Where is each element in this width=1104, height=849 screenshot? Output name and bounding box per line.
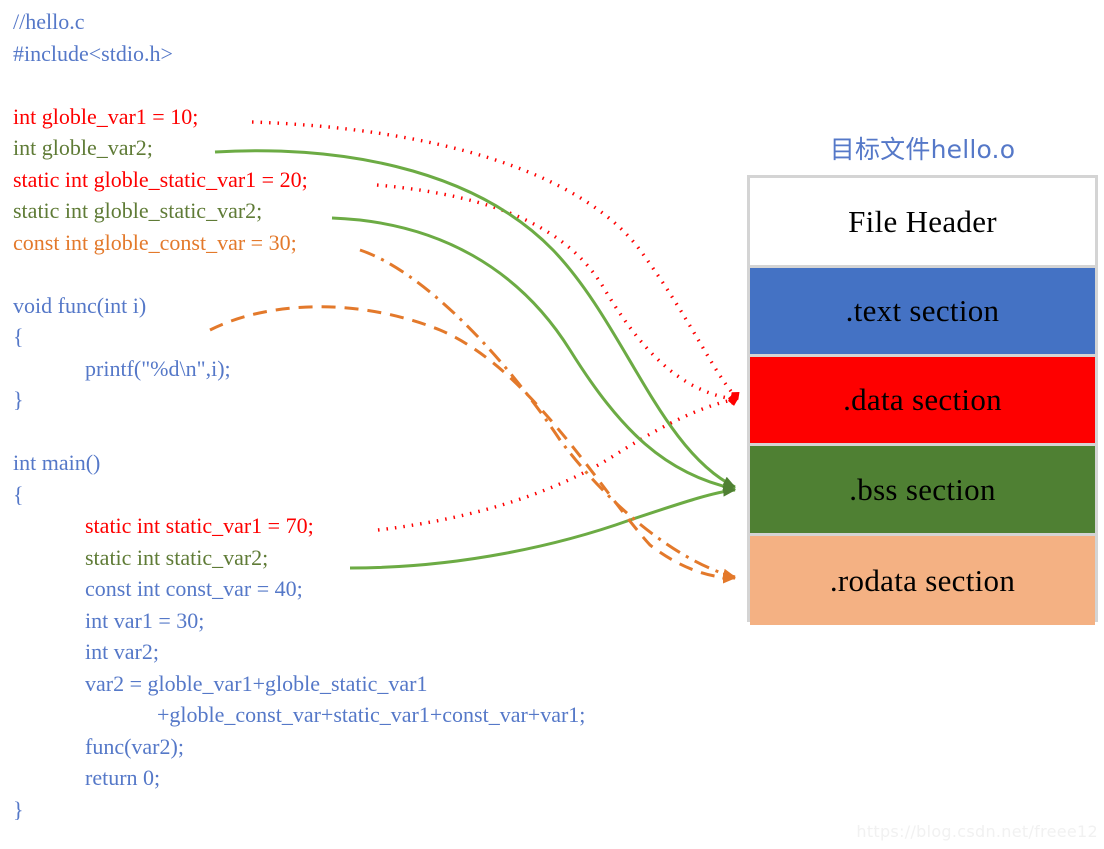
object-section-label: .rodata section (829, 562, 1016, 598)
object-section[interactable]: File Header (750, 178, 1095, 268)
code-line: int var1 = 30; (85, 607, 205, 633)
code-line: static int globle_static_var1 = 20; (13, 166, 308, 192)
object-section[interactable]: .data section (750, 357, 1095, 446)
code-line: static int globle_static_var2; (13, 198, 263, 223)
code-line: int var2; (85, 639, 159, 664)
source-code-block: //hello.c #include<stdio.h> int globle_va… (13, 6, 713, 825)
code-line: //hello.c (13, 9, 85, 34)
code-line: static int static_var2; (85, 544, 269, 570)
object-file-title: 目标文件hello.o (829, 135, 1016, 164)
code-line: void func(int i) (13, 292, 147, 318)
object-file-box: File Header .text section .data section .bs… (747, 175, 1098, 625)
object-section-label: .text section (845, 293, 1000, 328)
diagram-canvas: //hello.c #include<stdio.h> int globle_va… (0, 0, 1104, 849)
code-line: const int const_var = 40; (85, 576, 303, 601)
code-line: +globle_const_var+static_var1+const_var+… (157, 702, 586, 727)
code-line: return 0; (85, 765, 161, 790)
code-line: static int static_var1 = 70; (85, 513, 314, 538)
code-line: } (13, 796, 24, 822)
code-line: #include<stdio.h> (13, 40, 173, 66)
code-line: } (13, 387, 24, 412)
code-line: int main() (13, 450, 101, 475)
code-line: var2 = globle_var1+globle_static_var1 (85, 670, 428, 696)
object-section[interactable]: .rodata section (750, 536, 1095, 625)
code-line: printf("%d\n",i); (85, 355, 231, 381)
code-line: int globle_var2; (13, 135, 153, 160)
code-line: int globle_var1 = 10; (13, 103, 199, 129)
code-line: const int globle_const_var = 30; (13, 229, 297, 255)
code-line: { (13, 324, 24, 349)
object-section-label: File Header (848, 203, 997, 239)
object-section[interactable]: .text section (750, 268, 1095, 357)
watermark-text: https://blog.csdn.net/freee12 (856, 822, 1098, 841)
object-section[interactable]: .bss section (750, 446, 1095, 536)
code-line: func(var2); (85, 733, 184, 759)
object-section-label: .data section (843, 382, 1002, 417)
code-line: { (13, 481, 24, 507)
object-section-label: .bss section (849, 471, 996, 507)
